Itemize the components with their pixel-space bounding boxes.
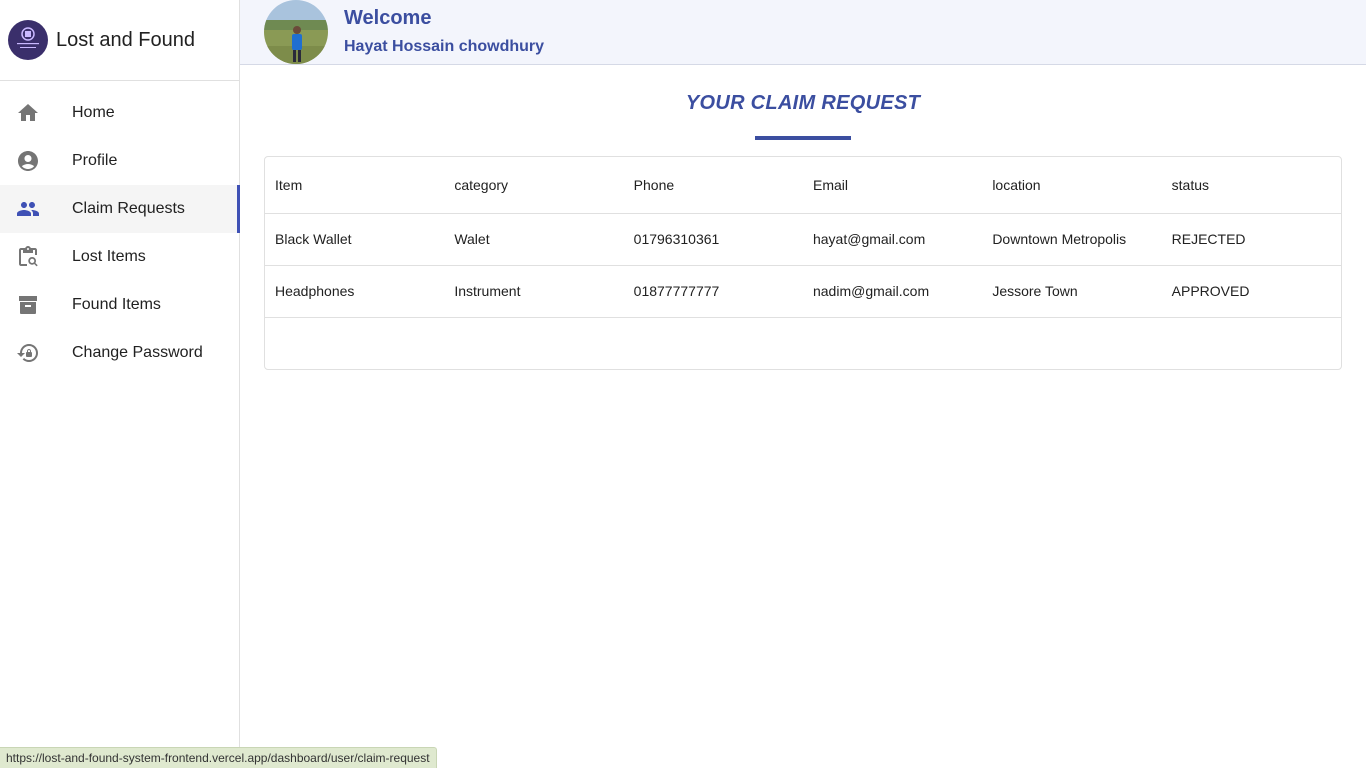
lock-reset-icon xyxy=(16,341,40,365)
cell-status: REJECTED xyxy=(1171,231,1246,247)
sidebar-item-profile[interactable]: Profile xyxy=(0,137,239,185)
sidebar-item-label: Found Items xyxy=(72,296,161,313)
archive-box-icon xyxy=(16,293,40,317)
sidebar-item-label: Claim Requests xyxy=(72,200,185,217)
claim-requests-table: Item category Phone Email location statu… xyxy=(264,156,1342,370)
cell-email: hayat@gmail.com xyxy=(812,231,926,247)
title-underline xyxy=(755,136,851,140)
sidebar-item-label: Home xyxy=(72,104,115,121)
sidebar-item-label: Change Password xyxy=(72,344,203,361)
cell-email: nadim@gmail.com xyxy=(812,283,930,299)
brand-title: Lost and Found xyxy=(56,28,195,51)
column-header-phone: Phone xyxy=(633,176,675,193)
cell-phone: 01877777777 xyxy=(633,283,720,299)
brand[interactable]: Lost and Found xyxy=(0,0,239,81)
avatar[interactable] xyxy=(264,0,328,64)
column-header-email: Email xyxy=(812,176,848,193)
cell-phone: 01796310361 xyxy=(633,231,720,247)
people-icon xyxy=(16,197,40,221)
cell-item: Headphones xyxy=(275,283,355,299)
column-header-location: location xyxy=(992,176,1041,193)
cell-category: Instrument xyxy=(454,283,521,299)
cell-status: APPROVED xyxy=(1171,283,1250,299)
cell-location: Jessore Town xyxy=(992,283,1078,299)
cell-category: Walet xyxy=(454,231,490,247)
home-icon xyxy=(16,101,40,125)
clipboard-search-icon xyxy=(16,245,40,269)
table-row: Black Wallet Walet 01796310361 hayat@gma… xyxy=(265,213,1341,265)
welcome-heading: Welcome xyxy=(344,7,432,29)
sidebar-item-label: Lost Items xyxy=(72,248,146,265)
sidebar: Lost and Found Home Profile Claim Reques… xyxy=(0,0,240,768)
column-header-category: category xyxy=(454,176,509,193)
table-row: Headphones Instrument 01877777777 nadim@… xyxy=(265,265,1341,317)
account-circle-icon xyxy=(16,149,40,173)
sidebar-item-claim-requests[interactable]: Claim Requests xyxy=(0,185,240,233)
table-header-row: Item category Phone Email location statu… xyxy=(265,157,1341,213)
column-header-status: status xyxy=(1171,176,1209,193)
sidebar-item-lost-items[interactable]: Lost Items xyxy=(0,233,239,281)
link-status-bar: https://lost-and-found-system-frontend.v… xyxy=(0,747,437,768)
cell-item: Black Wallet xyxy=(275,231,352,247)
column-header-item: Item xyxy=(275,176,303,193)
cell-location: Downtown Metropolis xyxy=(992,231,1127,247)
sidebar-nav: Home Profile Claim Requests Lost Items F… xyxy=(0,81,240,377)
page-title: YOUR CLAIM REQUEST xyxy=(685,92,921,114)
sidebar-item-label: Profile xyxy=(72,152,118,169)
sidebar-item-change-password[interactable]: Change Password xyxy=(0,329,239,377)
sidebar-item-found-items[interactable]: Found Items xyxy=(0,281,239,329)
lost-and-found-logo xyxy=(8,20,48,60)
top-header: Welcome Hayat Hossain chowdhury xyxy=(240,0,1366,65)
sidebar-item-home[interactable]: Home xyxy=(0,89,239,137)
user-name: Hayat Hossain chowdhury xyxy=(344,38,545,55)
